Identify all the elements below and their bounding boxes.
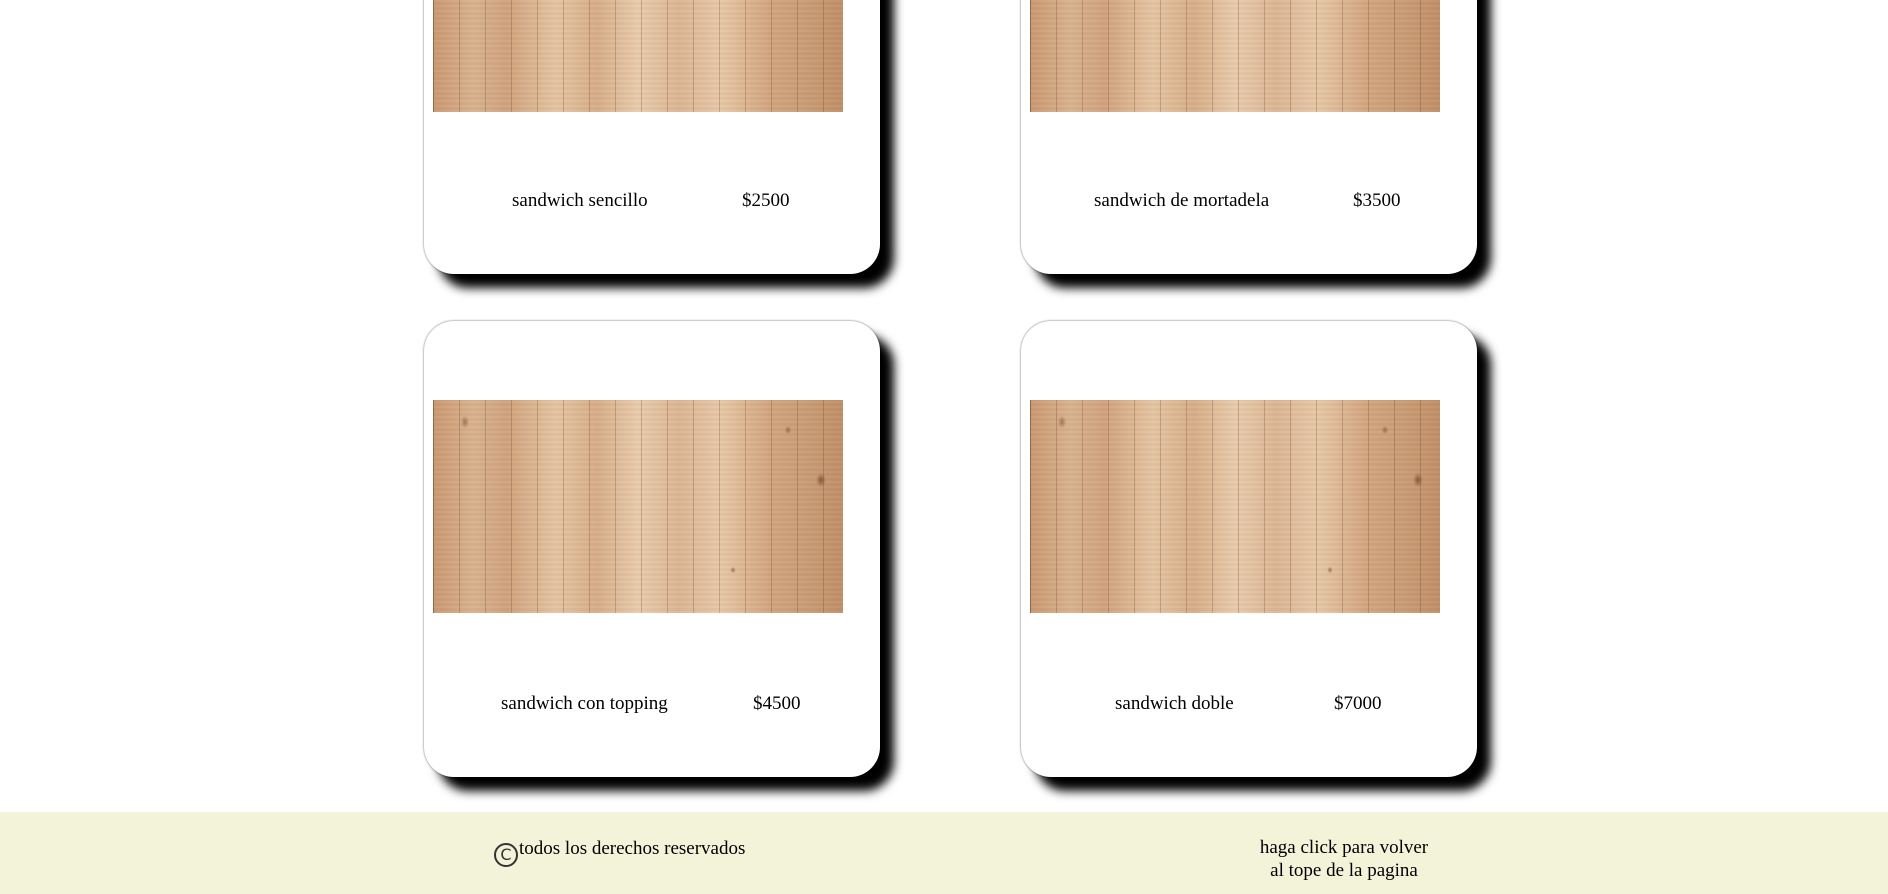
page-footer: Ctodos los derechos reservados haga clic… — [0, 812, 1888, 894]
product-name: sandwich sencillo — [512, 190, 648, 211]
product-photo — [1030, 400, 1440, 613]
product-price: $7000 — [1334, 693, 1382, 714]
product-card: sandwich sencillo $2500 — [424, 0, 880, 274]
copyright-notice: Ctodos los derechos reservados — [494, 838, 745, 867]
product-price: $2500 — [742, 190, 790, 211]
product-photo — [433, 400, 843, 613]
product-name: sandwich de mortadela — [1094, 190, 1270, 211]
back-to-top-line-2: al tope de la pagina — [1270, 860, 1418, 881]
product-name: sandwich con topping — [501, 693, 668, 714]
product-card: sandwich con topping $4500 — [424, 321, 880, 777]
back-to-top-line-1: haga click para volver — [1259, 837, 1429, 858]
product-price: $3500 — [1353, 190, 1401, 211]
product-card: sandwich doble $7000 — [1021, 321, 1477, 777]
product-photo — [433, 0, 843, 112]
product-card: sandwich de mortadela $3500 — [1021, 0, 1477, 274]
back-to-top-link[interactable]: haga click para volver al tope de la pag… — [1244, 836, 1444, 882]
product-price: $4500 — [753, 693, 801, 714]
copyright-icon: C — [494, 843, 518, 867]
page: sandwich sencillo $2500 sandwich de mort… — [0, 0, 1888, 894]
product-name: sandwich doble — [1115, 693, 1234, 714]
copyright-text: todos los derechos reservados — [519, 838, 746, 859]
product-photo — [1030, 0, 1440, 112]
